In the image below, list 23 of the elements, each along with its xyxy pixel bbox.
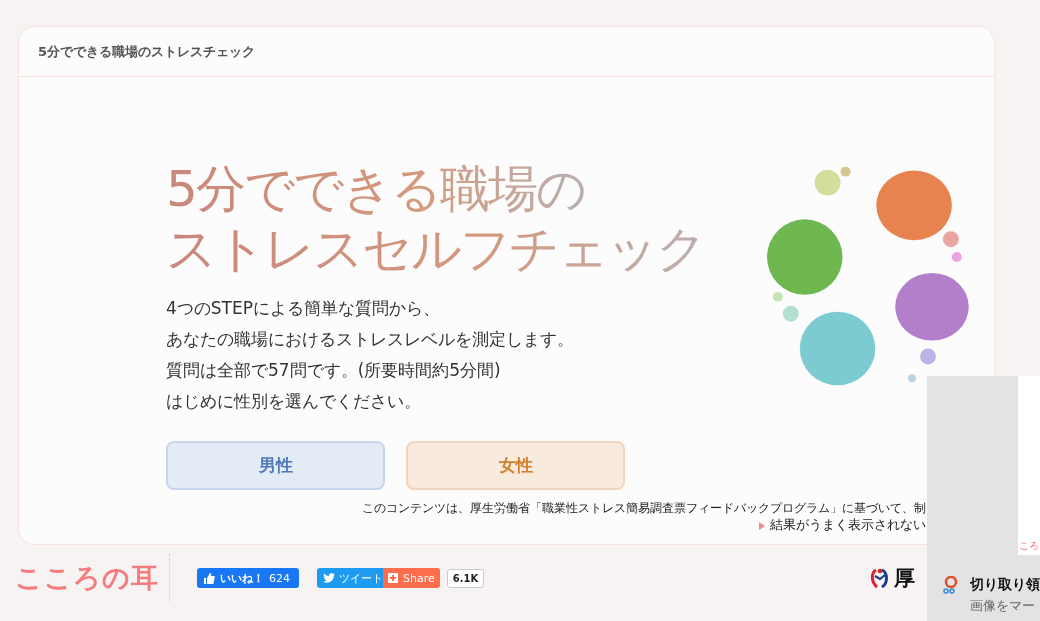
header-title: 5分でできる職場のストレスチェック — [38, 42, 256, 61]
share-button[interactable]: Share — [383, 568, 440, 588]
thumbs-up-icon — [204, 572, 215, 584]
source-note: このコンテンツは、厚生労働省「職業性ストレス簡易調査票フィードバックプログラム」に基づいて、制 — [362, 500, 926, 517]
site-logo[interactable]: こころの耳 — [15, 560, 159, 596]
bird-icon — [323, 573, 335, 583]
thumbnail-text: ころ — [1019, 539, 1039, 553]
notification-body: 画像をマー — [970, 597, 1036, 615]
intro-text: 4つのSTEPによる簡単な質問から、 — [166, 297, 440, 320]
intro-text: はじめに性別を選んでください。 — [166, 390, 421, 413]
ministry-name: 厚 — [894, 565, 916, 592]
like-button[interactable]: いいね！ 624 — [197, 568, 299, 588]
ministry-logo-icon — [870, 567, 891, 589]
screenshot-thumbnail[interactable]: ころ — [1018, 376, 1040, 555]
male-button[interactable]: 男性 — [166, 441, 385, 490]
intro-text: 質問は全部で57問です。(所要時間約5分間) — [166, 359, 501, 382]
plus-icon — [388, 573, 398, 583]
female-button[interactable]: 女性 — [406, 441, 625, 490]
triangle-icon — [759, 521, 765, 530]
help-link[interactable]: 結果がうまく表示されない — [770, 517, 926, 534]
share-count: 6.1K — [446, 568, 485, 588]
notification-title: 切り取り領 — [970, 576, 1040, 594]
intro-text: あなたの職場におけるストレスレベルを測定します。 — [166, 328, 574, 351]
